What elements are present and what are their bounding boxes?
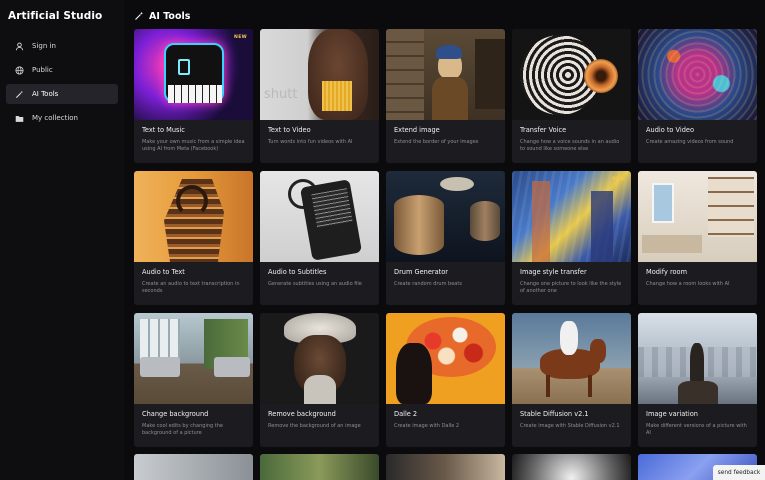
card-thumbnail bbox=[134, 171, 253, 262]
card-description: Turn words into fun videos with AI bbox=[268, 139, 353, 145]
tool-card-transfer-voice[interactable]: Transfer Voice Change how a voice sounds… bbox=[512, 29, 631, 163]
tool-card-stable-diffusion[interactable]: Stable Diffusion v2.1 Create image with … bbox=[512, 313, 631, 447]
card-description: Create image with Stable Diffusion v2.1 bbox=[520, 423, 620, 429]
tool-card-drum-generator[interactable]: Drum Generator Create random drum beats bbox=[386, 171, 505, 305]
card-thumbnail bbox=[638, 313, 757, 404]
tool-card-image-variation[interactable]: Image variation Make different versions … bbox=[638, 313, 757, 447]
tool-card-dalle-2[interactable]: Dalle 2 Create image with Dalle 2 bbox=[386, 313, 505, 447]
page-title: AI Tools bbox=[149, 10, 191, 22]
tool-card-remove-background[interactable]: Remove background Remove the background … bbox=[260, 313, 379, 447]
card-thumbnail bbox=[638, 29, 757, 120]
globe-icon bbox=[14, 65, 24, 75]
tool-card-modify-room[interactable]: Modify room Change how a room looks with… bbox=[638, 171, 757, 305]
card-title: Drum Generator bbox=[394, 268, 448, 276]
card-thumbnail bbox=[386, 171, 505, 262]
sidebar-item-label: Sign in bbox=[32, 42, 56, 50]
card-thumbnail: NEW bbox=[134, 29, 253, 120]
tool-card-change-background[interactable]: Change background Make cool edits by cha… bbox=[134, 313, 253, 447]
user-icon bbox=[14, 41, 24, 51]
card-description: Change how a room looks with AI bbox=[646, 281, 730, 287]
card-title: Transfer Voice bbox=[520, 126, 567, 134]
card-title: Modify room bbox=[646, 268, 688, 276]
main-content: AI Tools NEW Text to Music Make your own… bbox=[124, 0, 765, 480]
card-title: Stable Diffusion v2.1 bbox=[520, 410, 589, 418]
tool-card-audio-to-video[interactable]: Audio to Video Create amazing videos fro… bbox=[638, 29, 757, 163]
page-header: AI Tools bbox=[134, 9, 190, 23]
sidebar-item-label: My collection bbox=[32, 114, 78, 122]
card-title: Remove background bbox=[268, 410, 336, 418]
card-thumbnail bbox=[386, 313, 505, 404]
sidebar-item-label: AI Tools bbox=[32, 90, 59, 98]
card-thumbnail bbox=[512, 29, 631, 120]
app-title: Artificial Studio bbox=[8, 10, 103, 22]
tool-card-audio-to-text[interactable]: Audio to Text Create an audio to text tr… bbox=[134, 171, 253, 305]
card-description: Make different versions of a picture wit… bbox=[646, 423, 747, 436]
card-thumbnail: NEW bbox=[512, 171, 631, 262]
sidebar-item-my-collection[interactable]: My collection bbox=[6, 108, 118, 128]
card-title: Audio to Text bbox=[142, 268, 185, 276]
card-thumbnail bbox=[386, 29, 505, 120]
card-title: Dalle 2 bbox=[394, 410, 418, 418]
send-feedback-button[interactable]: send feedback bbox=[713, 465, 765, 480]
card-thumbnail bbox=[260, 171, 379, 262]
card-thumbnail[interactable] bbox=[260, 454, 379, 480]
card-description: Create image with Dalle 2 bbox=[394, 423, 460, 429]
tool-card-audio-to-subtitles[interactable]: Audio to Subtitles Generate subtitles us… bbox=[260, 171, 379, 305]
card-thumbnail bbox=[638, 171, 757, 262]
folder-icon bbox=[14, 113, 24, 123]
sidebar-item-label: Public bbox=[32, 66, 53, 74]
card-title: Audio to Video bbox=[646, 126, 695, 134]
card-title: Text to Music bbox=[142, 126, 185, 134]
card-title: Image variation bbox=[646, 410, 698, 418]
sidebar-item-ai-tools[interactable]: AI Tools bbox=[6, 84, 118, 104]
card-description: Remove the background of an image bbox=[268, 423, 361, 429]
card-description: Make your own music from a simple idea u… bbox=[142, 139, 245, 152]
card-description: Make cool edits by changing the backgrou… bbox=[142, 423, 223, 436]
card-thumbnail[interactable] bbox=[386, 454, 505, 480]
card-title: Change background bbox=[142, 410, 209, 418]
card-title: Extend image bbox=[394, 126, 440, 134]
sidebar: Artificial Studio Sign in Public AI Tool… bbox=[0, 0, 124, 480]
card-thumbnail bbox=[134, 313, 253, 404]
sidebar-item-public[interactable]: Public bbox=[6, 60, 118, 80]
tool-card-text-to-music[interactable]: NEW Text to Music Make your own music fr… bbox=[134, 29, 253, 163]
new-badge: NEW bbox=[234, 35, 247, 40]
card-thumbnail bbox=[260, 313, 379, 404]
card-thumbnail[interactable] bbox=[512, 454, 631, 480]
card-description: Extend the border of your images bbox=[394, 139, 479, 145]
card-thumbnail[interactable] bbox=[134, 454, 253, 480]
tools-grid-next-row bbox=[134, 454, 757, 480]
tool-card-extend-image[interactable]: Extend image Extend the border of your i… bbox=[386, 29, 505, 163]
card-description: Change how a voice sounds in an audio to… bbox=[520, 139, 620, 152]
card-thumbnail bbox=[512, 313, 631, 404]
magic-wand-icon bbox=[135, 11, 143, 20]
new-badge: NEW bbox=[612, 177, 625, 182]
tool-card-text-to-video[interactable]: shutt Text to Video Turn words into fun … bbox=[260, 29, 379, 163]
tools-grid: NEW Text to Music Make your own music fr… bbox=[134, 29, 757, 447]
card-description: Create an audio to text transcription in… bbox=[142, 281, 240, 294]
magic-wand-icon bbox=[14, 89, 24, 99]
card-title: Text to Video bbox=[268, 126, 311, 134]
card-title: Audio to Subtitles bbox=[268, 268, 327, 276]
card-thumbnail: shutt bbox=[260, 29, 379, 120]
card-description: Generate subtitles using an audio file bbox=[268, 281, 362, 287]
card-title: Image style transfer bbox=[520, 268, 587, 276]
card-description: Create amazing videos from sound bbox=[646, 139, 734, 145]
card-description: Change one picture to look like the styl… bbox=[520, 281, 622, 294]
tool-card-image-style-transfer[interactable]: NEW Image style transfer Change one pict… bbox=[512, 171, 631, 305]
sidebar-item-sign-in[interactable]: Sign in bbox=[6, 36, 118, 56]
card-description: Create random drum beats bbox=[394, 281, 462, 287]
